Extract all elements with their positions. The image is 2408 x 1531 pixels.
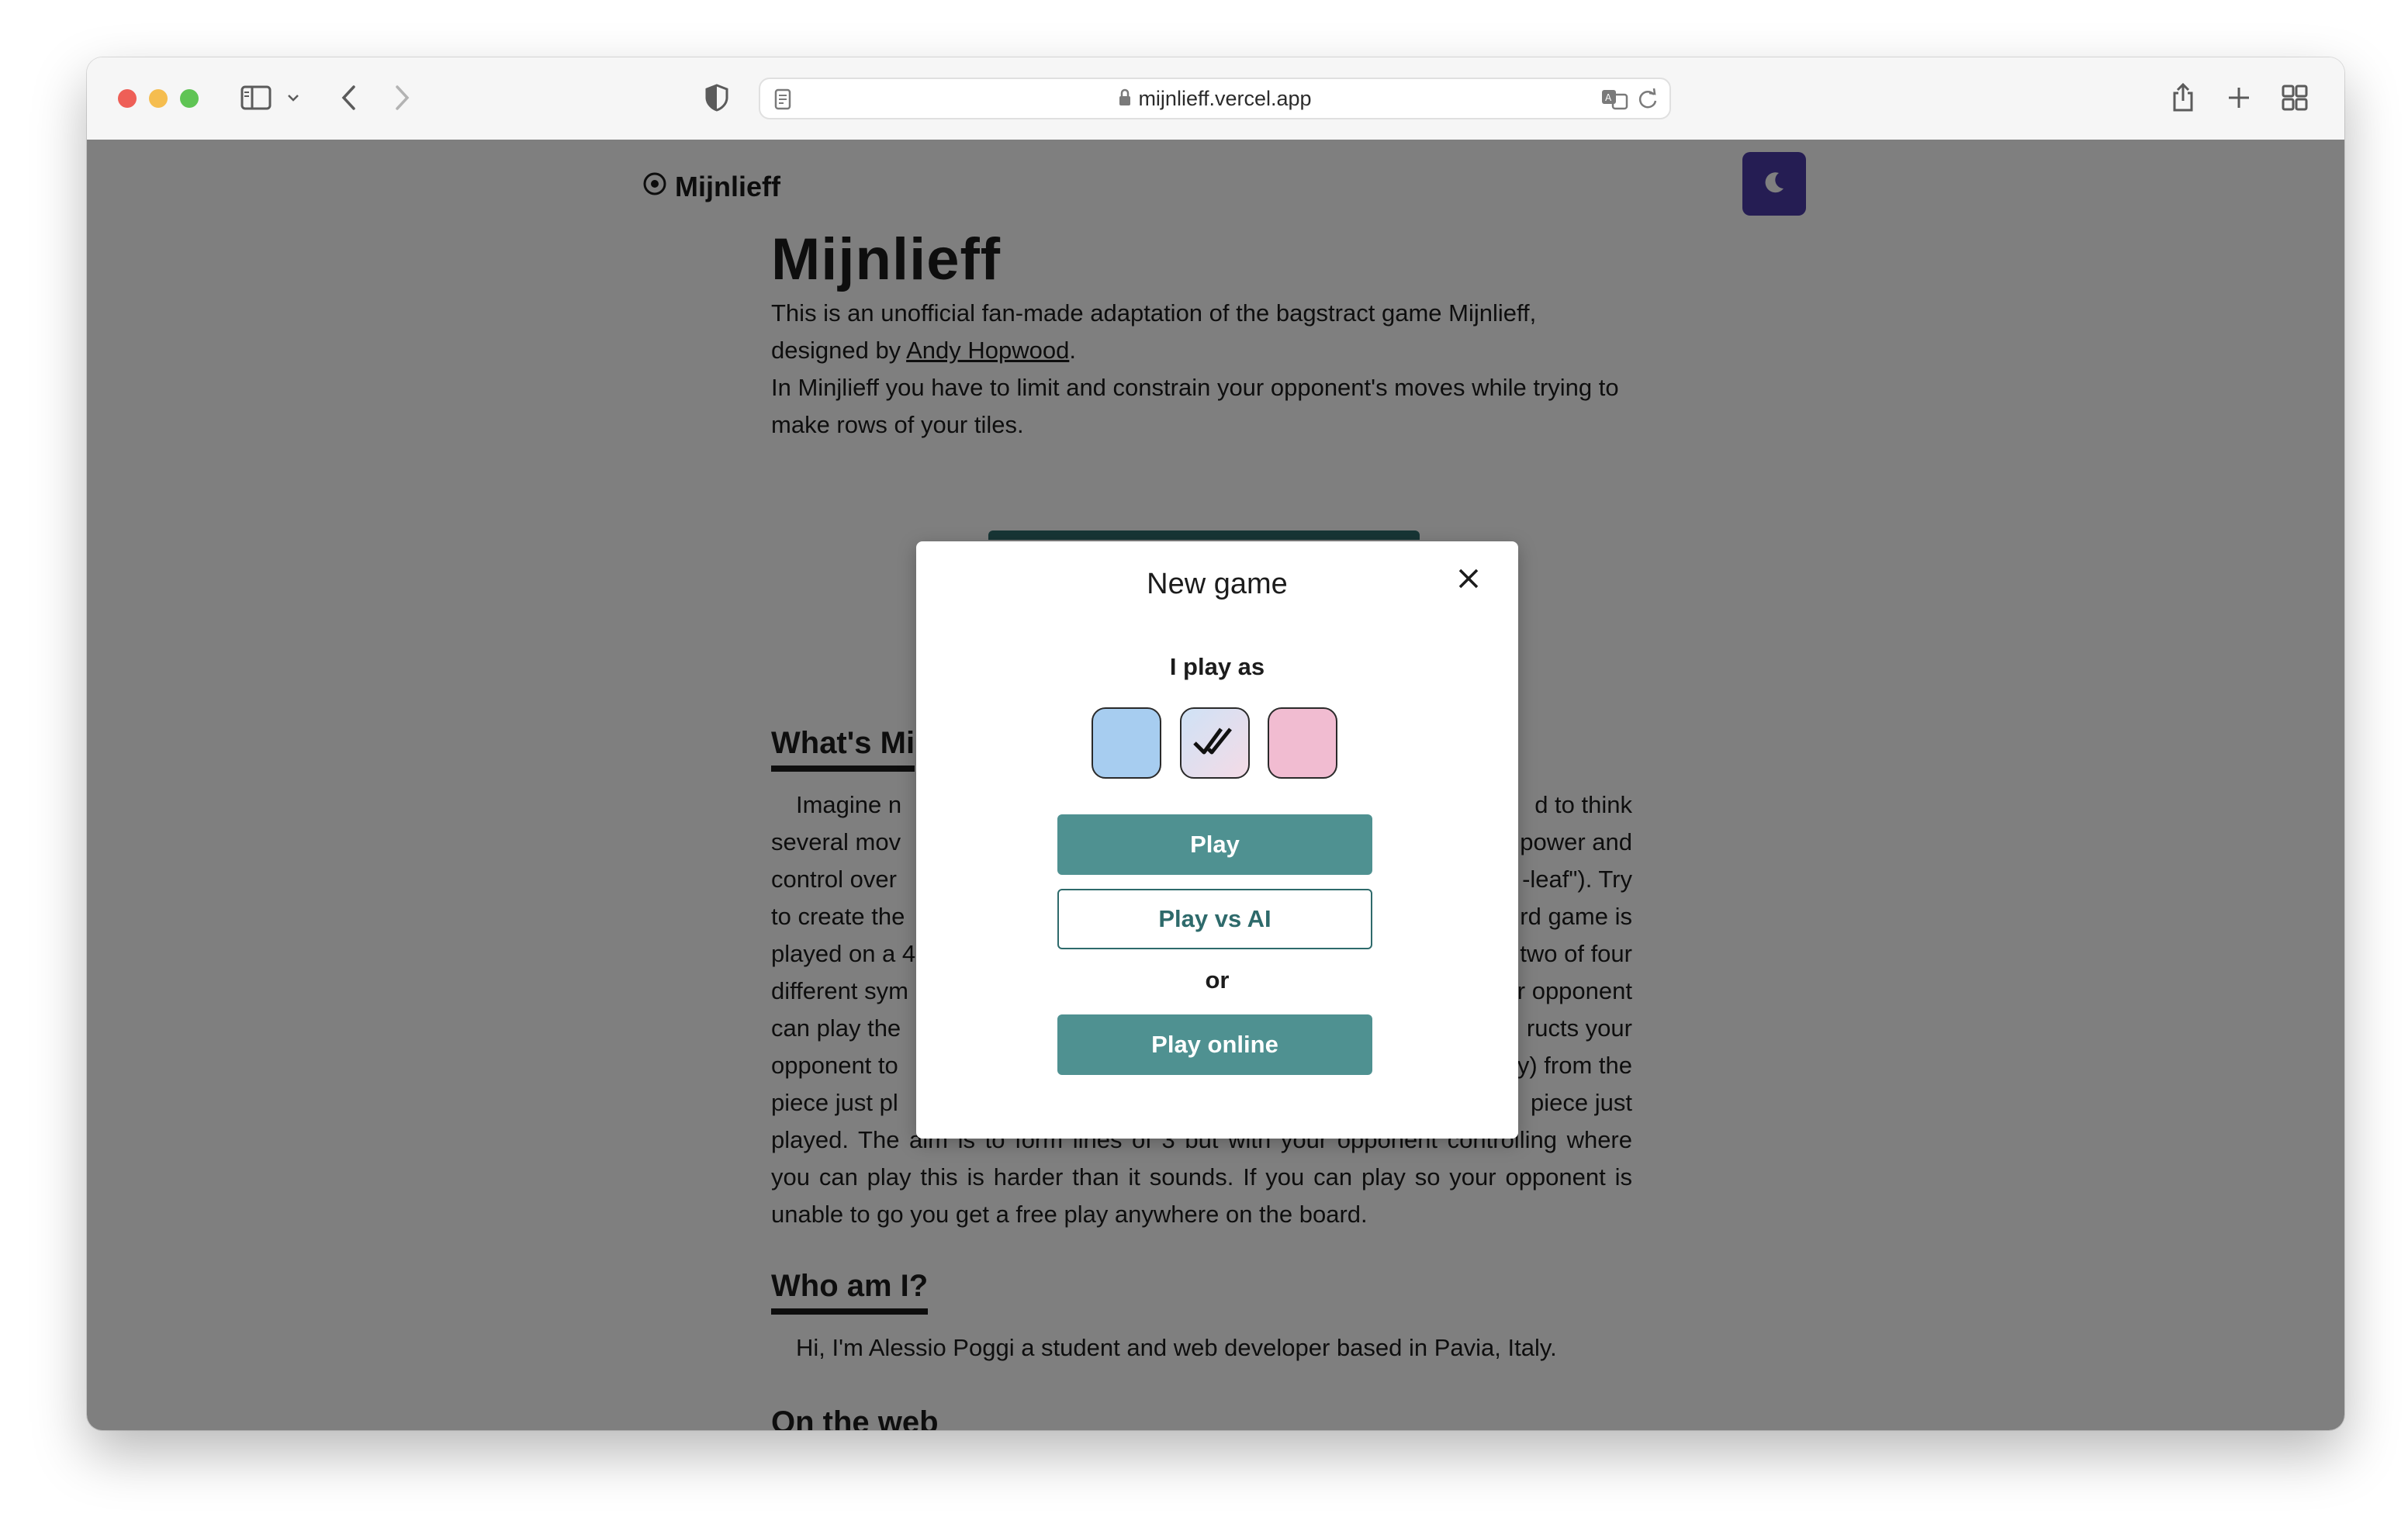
play-as-label: I play as <box>1169 653 1265 680</box>
dialog-title: New game <box>1147 568 1288 600</box>
browser-toolbar: mijnlieff.vercel.app A <box>87 57 2344 141</box>
new-tab-icon[interactable] <box>2225 74 2253 121</box>
color-option-pink[interactable] <box>1268 707 1337 779</box>
play-button[interactable]: Play <box>1057 814 1372 875</box>
svg-text:A: A <box>1605 92 1612 103</box>
chevron-down-icon[interactable] <box>284 74 303 121</box>
url-display[interactable]: mijnlieff.vercel.app <box>760 79 1669 118</box>
reload-icon[interactable] <box>1635 76 1660 123</box>
translate-icon[interactable]: A <box>1600 76 1631 123</box>
url-text: mijnlieff.vercel.app <box>1138 87 1312 110</box>
zoom-window-button[interactable] <box>180 89 199 108</box>
forward-icon[interactable] <box>391 74 414 121</box>
privacy-shield-icon[interactable] <box>703 74 731 121</box>
color-option-random[interactable] <box>1180 707 1250 779</box>
tab-overview-icon[interactable] <box>2279 74 2310 121</box>
color-option-blue[interactable] <box>1092 707 1161 779</box>
close-icon[interactable] <box>1455 565 1483 593</box>
close-window-button[interactable] <box>118 89 137 108</box>
minimize-window-button[interactable] <box>149 89 168 108</box>
sidebar-toggle-icon[interactable] <box>239 74 273 121</box>
play-online-button[interactable]: Play online <box>1057 1014 1372 1075</box>
new-game-dialog: New game I play as Play Play vs AI or Pl… <box>916 541 1518 1139</box>
address-bar[interactable]: mijnlieff.vercel.app A <box>759 78 1671 119</box>
page-content: Mijnlieff Mijnlieff This is an unofficia… <box>87 140 2344 1430</box>
or-separator: or <box>1205 966 1230 994</box>
lock-icon <box>1118 81 1132 119</box>
share-icon[interactable] <box>2169 74 2197 121</box>
back-icon[interactable] <box>337 74 360 121</box>
play-vs-ai-button[interactable]: Play vs AI <box>1057 889 1372 949</box>
browser-window: mijnlieff.vercel.app A Mijnlieff <box>87 57 2344 1430</box>
checkmark-icon <box>1190 721 1240 766</box>
